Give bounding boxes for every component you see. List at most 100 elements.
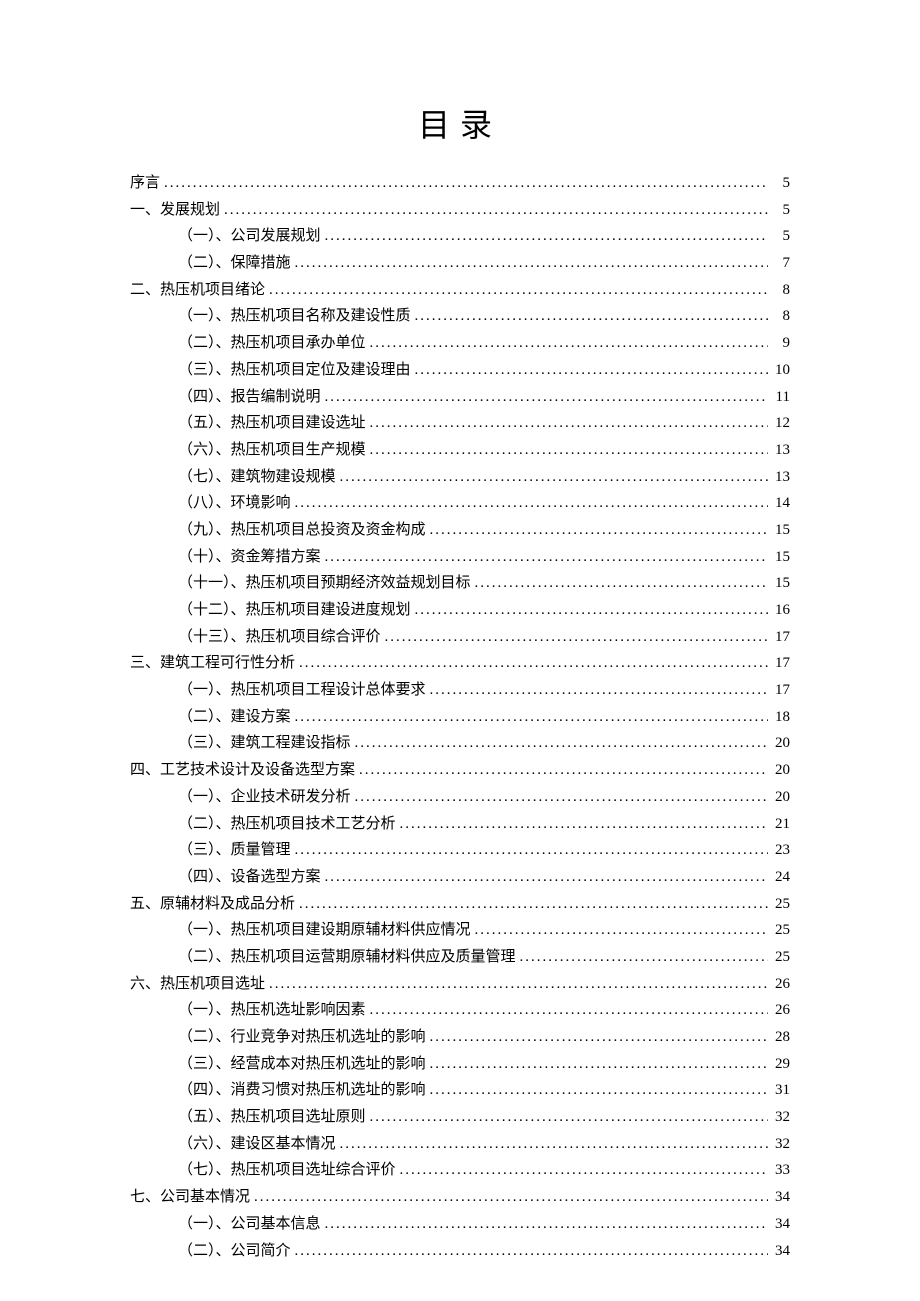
toc-entry-page: 5: [768, 170, 790, 197]
toc-entry-page: 12: [768, 410, 790, 437]
toc-entry: （四）、设备选型方案 24: [178, 864, 790, 891]
toc-entry-page: 15: [768, 517, 790, 544]
toc-entry: （六）、建设区基本情况32: [178, 1131, 790, 1158]
toc-entry-label: （一）、公司发展规划: [178, 223, 321, 250]
toc-entry-label: 一、发展规划: [130, 197, 220, 224]
toc-entry-label: （五）、热压机项目选址原则: [178, 1104, 366, 1131]
toc-entry-label: （七）、建筑物建设规模: [178, 464, 336, 491]
toc-entry: （五）、热压机项目选址原则32: [178, 1104, 790, 1131]
toc-entry: （七）、热压机项目选址综合评价33: [178, 1157, 790, 1184]
toc-entry-page: 10: [768, 357, 790, 384]
toc-entry-label: （五）、热压机项目建设选址: [178, 410, 366, 437]
toc-leader-dots: [265, 971, 768, 998]
toc-leader-dots: [355, 757, 768, 784]
toc-entry-label: （十二）、热压机项目建设进度规划: [178, 597, 411, 624]
toc-leader-dots: [366, 330, 768, 357]
toc-entry-label: （一）、热压机项目名称及建设性质: [178, 303, 411, 330]
toc-entry-label: （三）、质量管理: [178, 837, 291, 864]
toc-entry: （一）、公司发展规划5: [178, 223, 790, 250]
toc-entry-page: 15: [768, 570, 790, 597]
toc-leader-dots: [411, 597, 768, 624]
toc-leader-dots: [411, 357, 768, 384]
toc-entry-label: （四）、消费习惯对热压机选址的影响: [178, 1077, 426, 1104]
toc-leader-dots: [411, 303, 768, 330]
toc-leader-dots: [366, 997, 768, 1024]
toc-entry: （三）、热压机项目定位及建设理由 10: [178, 357, 790, 384]
toc-entry-page: 11: [768, 384, 790, 411]
toc-entry: （三）、质量管理23: [178, 837, 790, 864]
toc-entry-label: （一）、热压机项目工程设计总体要求: [178, 677, 426, 704]
toc-entry-label: 七、公司基本情况: [130, 1184, 250, 1211]
toc-leader-dots: [426, 517, 768, 544]
toc-entry: （五）、热压机项目建设选址 12: [178, 410, 790, 437]
toc-entry-page: 20: [768, 730, 790, 757]
toc-entry: （二）、建设方案18: [178, 704, 790, 731]
toc-entry: （一）、公司基本信息34: [178, 1211, 790, 1238]
toc-entry-page: 25: [768, 891, 790, 918]
toc-leader-dots: [321, 1211, 768, 1238]
toc-entry-label: （二）、建设方案: [178, 704, 291, 731]
toc-leader-dots: [321, 384, 768, 411]
toc-entry: （十三）、热压机项目综合评价17: [178, 624, 790, 651]
toc-entry-label: （一）、热压机选址影响因素: [178, 997, 366, 1024]
toc-entry: （二）、热压机项目承办单位9: [178, 330, 790, 357]
toc-entry: （九）、热压机项目总投资及资金构成 15: [178, 517, 790, 544]
toc-leader-dots: [220, 197, 768, 224]
toc-entry-label: （六）、建设区基本情况: [178, 1131, 336, 1158]
toc-entry-page: 17: [768, 650, 790, 677]
toc-entry: （三）、建筑工程建设指标20: [178, 730, 790, 757]
toc-entry: 一、发展规划5: [130, 197, 790, 224]
toc-entry-label: （三）、热压机项目定位及建设理由: [178, 357, 411, 384]
toc-leader-dots: [426, 1077, 768, 1104]
toc-entry-page: 14: [768, 490, 790, 517]
toc-entry-label: （一）、企业技术研发分析: [178, 784, 351, 811]
toc-leader-dots: [265, 277, 768, 304]
toc-entry-label: （四）、报告编制说明: [178, 384, 321, 411]
toc-entry-page: 7: [768, 250, 790, 277]
toc-entry-label: （六）、热压机项目生产规模: [178, 437, 366, 464]
toc-entry-page: 15: [768, 544, 790, 571]
toc-entry-label: （二）、保障措施: [178, 250, 291, 277]
toc-entry-page: 8: [768, 303, 790, 330]
toc-entry-label: （七）、热压机项目选址综合评价: [178, 1157, 396, 1184]
toc-entry-label: （八）、环境影响: [178, 490, 291, 517]
toc-entry: （四）、消费习惯对热压机选址的影响31: [178, 1077, 790, 1104]
toc-leader-dots: [426, 677, 768, 704]
toc-leader-dots: [396, 1157, 768, 1184]
toc-leader-dots: [291, 704, 768, 731]
toc-leader-dots: [366, 437, 768, 464]
toc-entry: 六、热压机项目选址26: [130, 971, 790, 998]
toc-entry-label: （九）、热压机项目总投资及资金构成: [178, 517, 426, 544]
toc-entry-label: （四）、设备选型方案: [178, 864, 321, 891]
toc-entry-label: （二）、热压机项目承办单位: [178, 330, 366, 357]
toc-entry: （十）、资金筹措方案15: [178, 544, 790, 571]
toc-entry: 四、工艺技术设计及设备选型方案20: [130, 757, 790, 784]
toc-entry-page: 25: [768, 917, 790, 944]
toc-leader-dots: [321, 223, 768, 250]
toc-entry-page: 17: [768, 677, 790, 704]
toc-entry-label: 五、原辅材料及成品分析: [130, 891, 295, 918]
toc-entry: （十二）、热压机项目建设进度规划16: [178, 597, 790, 624]
toc-entry-page: 24: [768, 864, 790, 891]
toc-entry: （一）、热压机项目建设期原辅材料供应情况25: [178, 917, 790, 944]
toc-leader-dots: [160, 170, 768, 197]
toc-entry-page: 13: [768, 437, 790, 464]
toc-entry-page: 13: [768, 464, 790, 491]
toc-entry: 三、建筑工程可行性分析17: [130, 650, 790, 677]
toc-entry: （一）、企业技术研发分析20: [178, 784, 790, 811]
toc-leader-dots: [471, 917, 768, 944]
toc-entry-label: （二）、热压机项目技术工艺分析: [178, 811, 396, 838]
toc-leader-dots: [291, 837, 768, 864]
toc-entry: （三）、经营成本对热压机选址的影响29: [178, 1051, 790, 1078]
toc-entry: （八）、环境影响 14: [178, 490, 790, 517]
toc-entry-label: （二）、公司简介: [178, 1238, 291, 1265]
toc-leader-dots: [471, 570, 768, 597]
toc-leader-dots: [295, 891, 768, 918]
toc-entry-label: （二）、热压机项目运营期原辅材料供应及质量管理: [178, 944, 516, 971]
toc-entry: （七）、建筑物建设规模 13: [178, 464, 790, 491]
toc-leader-dots: [250, 1184, 768, 1211]
toc-leader-dots: [396, 811, 768, 838]
toc-leader-dots: [426, 1024, 768, 1051]
toc-entry: （六）、热压机项目生产规模 13: [178, 437, 790, 464]
toc-entry-page: 17: [768, 624, 790, 651]
